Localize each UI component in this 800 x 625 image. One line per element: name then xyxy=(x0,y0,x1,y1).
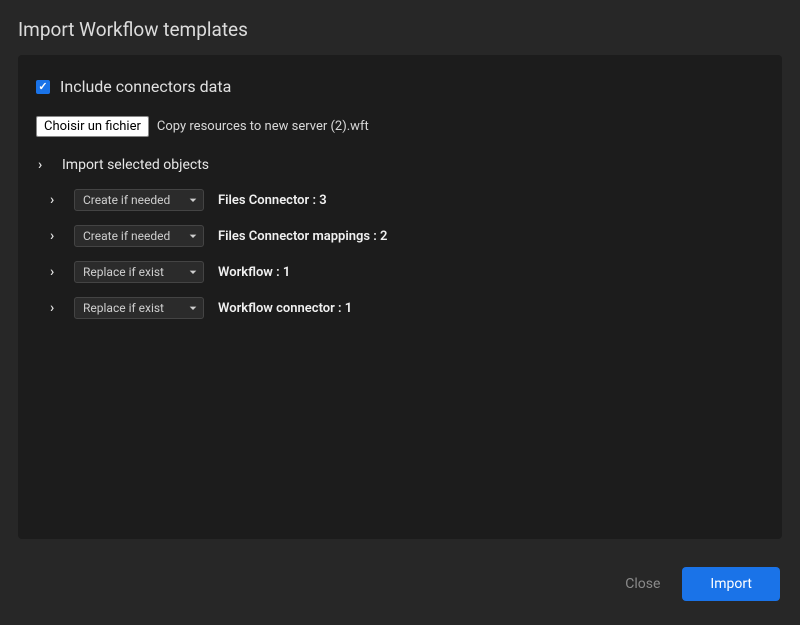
object-label: Workflow : 1 xyxy=(218,265,290,280)
checkmark-icon: ✓ xyxy=(38,80,47,93)
include-connectors-label: Include connectors data xyxy=(60,77,231,96)
dialog-footer: Close Import xyxy=(0,539,800,621)
file-picker-row: Choisir un fichier Copy resources to new… xyxy=(36,116,764,137)
object-row-files-connector-mappings: › Create if needed Replace if exist File… xyxy=(50,225,764,247)
dialog-title: Import Workflow templates xyxy=(18,18,782,41)
object-list: › Create if needed Replace if exist File… xyxy=(36,189,764,319)
action-select-workflow[interactable]: Create if needed Replace if exist xyxy=(74,261,204,283)
action-select-files-connector-mappings[interactable]: Create if needed Replace if exist xyxy=(74,225,204,247)
dialog-body: ✓ Include connectors data Choisir un fic… xyxy=(18,55,782,539)
object-label: Files Connector mappings : 2 xyxy=(218,229,388,244)
action-select-workflow-connector[interactable]: Create if needed Replace if exist xyxy=(74,297,204,319)
object-label: Workflow connector : 1 xyxy=(218,301,352,316)
dialog-header: Import Workflow templates xyxy=(0,0,800,55)
import-objects-section: › Import selected objects xyxy=(36,157,764,173)
chevron-right-icon[interactable]: › xyxy=(50,300,60,316)
action-select-files-connector[interactable]: Create if needed Replace if exist xyxy=(74,189,204,211)
close-button[interactable]: Close xyxy=(625,576,660,592)
object-row-files-connector: › Create if needed Replace if exist File… xyxy=(50,189,764,211)
include-connectors-checkbox[interactable]: ✓ xyxy=(36,80,50,94)
include-connectors-row: ✓ Include connectors data xyxy=(36,77,764,96)
chevron-right-icon[interactable]: › xyxy=(50,192,60,208)
chevron-right-icon[interactable]: › xyxy=(38,157,48,173)
choose-file-button[interactable]: Choisir un fichier xyxy=(36,116,149,137)
chevron-right-icon[interactable]: › xyxy=(50,228,60,244)
object-row-workflow-connector: › Create if needed Replace if exist Work… xyxy=(50,297,764,319)
selected-filename: Copy resources to new server (2).wft xyxy=(157,119,369,134)
import-button[interactable]: Import xyxy=(682,567,780,601)
object-label: Files Connector : 3 xyxy=(218,193,327,208)
import-workflow-dialog: Import Workflow templates ✓ Include conn… xyxy=(0,0,800,625)
chevron-right-icon[interactable]: › xyxy=(50,264,60,280)
object-row-workflow: › Create if needed Replace if exist Work… xyxy=(50,261,764,283)
import-objects-label: Import selected objects xyxy=(62,157,209,173)
